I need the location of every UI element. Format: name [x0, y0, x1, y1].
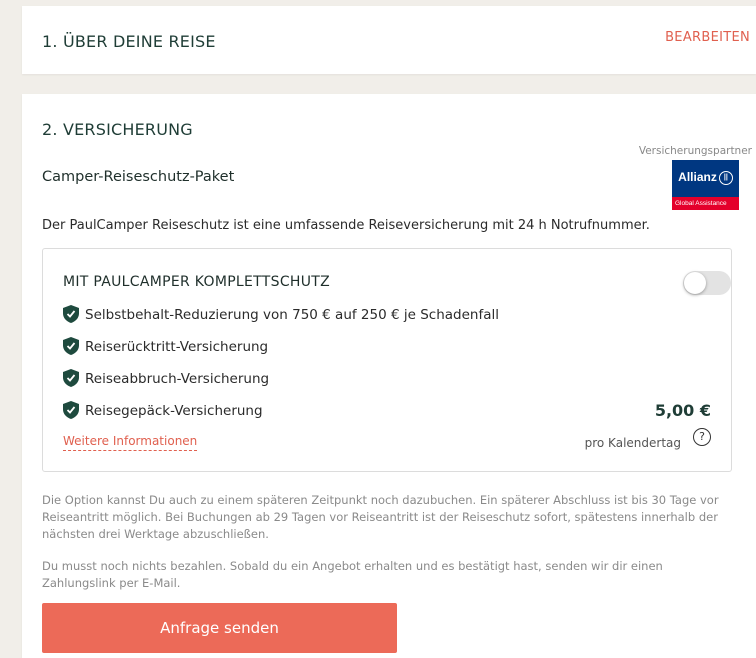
- edit-trip-link[interactable]: BEARBEITEN: [665, 30, 750, 45]
- help-icon[interactable]: ?: [693, 428, 711, 446]
- booking-later-note: Die Option kannst Du auch zu einem späte…: [42, 493, 719, 541]
- price-unit: pro Kalendertag: [584, 436, 681, 450]
- insurance-toggle[interactable]: [683, 271, 731, 295]
- insurance-partner-label: Versicherungspartner: [638, 145, 752, 157]
- more-info-link[interactable]: Weitere Informationen: [63, 434, 198, 451]
- allianz-logo: Allianz || Global Assistance: [672, 160, 739, 210]
- feature-item: Reiserücktritt-Versicherung: [63, 337, 268, 359]
- trip-section-title: 1. ÜBER DEINE REISE: [42, 32, 216, 51]
- insurance-option-box: MIT PAULCAMPER KOMPLETTSCHUTZ Selbstbeha…: [42, 248, 732, 472]
- shield-check-icon: [63, 369, 79, 391]
- payment-note: Du musst noch nichts bezahlen. Sobald du…: [42, 559, 663, 590]
- feature-item: Reisegepäck-Versicherung: [63, 401, 263, 423]
- feature-item: Reiseabbruch-Versicherung: [63, 369, 269, 391]
- option-title: MIT PAULCAMPER KOMPLETTSCHUTZ: [63, 274, 331, 290]
- toggle-knob: [684, 272, 706, 294]
- package-title: Camper-Reiseschutz-Paket: [42, 169, 235, 185]
- insurance-section-card: 2. VERSICHERUNG Camper-Reiseschutz-Paket…: [22, 94, 756, 658]
- shield-check-icon: [63, 337, 79, 359]
- feature-item: Selbstbehalt-Reduzierung von 750 € auf 2…: [63, 305, 499, 327]
- send-request-button[interactable]: Anfrage senden: [42, 603, 397, 653]
- insurance-section-title: 2. VERSICHERUNG: [42, 120, 193, 139]
- insurance-intro-text: Der PaulCamper Reiseschutz ist eine umfa…: [42, 218, 650, 233]
- shield-check-icon: [63, 305, 79, 327]
- price-value: 5,00 €: [654, 401, 711, 420]
- trip-section-card: 1. ÜBER DEINE REISE BEARBEITEN: [22, 6, 756, 74]
- shield-check-icon: [63, 401, 79, 423]
